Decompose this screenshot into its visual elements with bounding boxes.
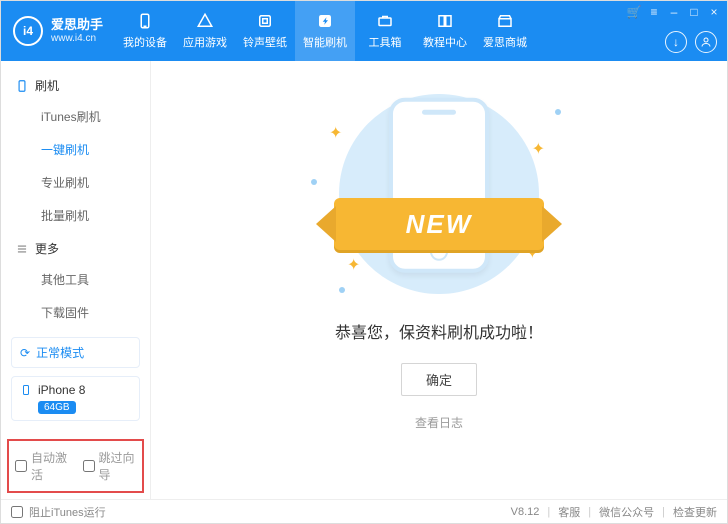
apps-icon — [196, 12, 214, 30]
nav-store[interactable]: 爱思商城 — [475, 1, 535, 61]
nav-label: 教程中心 — [423, 34, 467, 50]
logo-area: i4 爱思助手 www.i4.cn — [1, 1, 115, 61]
device-icon — [136, 12, 154, 30]
ok-button[interactable]: 确定 — [401, 363, 477, 396]
nav-label: 工具箱 — [369, 34, 402, 50]
app-header: i4 爱思助手 www.i4.cn 我的设备 应用游戏 铃声壁纸 智能刷机 — [1, 1, 727, 61]
sidebar-item-batch-flash[interactable]: 批量刷机 — [1, 199, 150, 232]
device-info[interactable]: iPhone 8 64GB — [11, 376, 140, 421]
nav-label: 爱思商城 — [483, 34, 527, 50]
store-icon — [496, 12, 514, 30]
skip-wizard-checkbox[interactable]: 跳过向导 — [83, 449, 137, 483]
block-itunes-input[interactable] — [11, 506, 23, 518]
ringtone-icon — [256, 12, 274, 30]
nav-my-device[interactable]: 我的设备 — [115, 1, 175, 61]
sidebar-item-oneclick-flash[interactable]: 一键刷机 — [1, 133, 150, 166]
status-bar: 阻止iTunes运行 V8.12 | 客服 | 微信公众号 | 检查更新 — [1, 499, 727, 523]
mode-label: 正常模式 — [36, 344, 84, 361]
support-link[interactable]: 客服 — [558, 504, 580, 520]
nav-label: 智能刷机 — [303, 34, 347, 50]
post-flash-options: 自动激活 跳过向导 — [7, 439, 144, 493]
device-mode[interactable]: ⟳ 正常模式 — [11, 337, 140, 368]
group-title: 更多 — [35, 240, 59, 257]
header-right-actions: ↓ — [665, 31, 717, 53]
checkbox-label: 阻止iTunes运行 — [29, 504, 106, 520]
nav-tutorials[interactable]: 教程中心 — [415, 1, 475, 61]
sidebar-item-pro-flash[interactable]: 专业刷机 — [1, 166, 150, 199]
group-title: 刷机 — [35, 77, 59, 94]
window-controls: 🛒 ≡ – □ × — [627, 5, 721, 19]
storage-badge: 64GB — [38, 401, 76, 414]
account-button[interactable] — [695, 31, 717, 53]
refresh-icon: ⟳ — [20, 346, 30, 360]
logo-icon: i4 — [13, 16, 43, 46]
menu-icon[interactable]: ≡ — [647, 5, 661, 19]
version-label: V8.12 — [511, 506, 540, 518]
brand-title: 爱思助手 — [51, 17, 103, 33]
nav-toolbox[interactable]: 工具箱 — [355, 1, 415, 61]
checkbox-label: 自动激活 — [31, 449, 69, 483]
list-icon — [15, 242, 29, 256]
auto-activate-input[interactable] — [15, 460, 27, 472]
sidebar-item-itunes-flash[interactable]: iTunes刷机 — [1, 100, 150, 133]
check-update-link[interactable]: 检查更新 — [673, 504, 717, 520]
maximize-icon[interactable]: □ — [687, 5, 701, 19]
nav-flash[interactable]: 智能刷机 — [295, 1, 355, 61]
minimize-icon[interactable]: – — [667, 5, 681, 19]
view-log-link[interactable]: 查看日志 — [415, 414, 463, 431]
checkbox-label: 跳过向导 — [99, 449, 137, 483]
nav-label: 铃声壁纸 — [243, 34, 287, 50]
flash-icon — [316, 12, 334, 30]
success-illustration: ✦ ✦ ✦ ✦ NEW — [299, 89, 579, 299]
close-icon[interactable]: × — [707, 5, 721, 19]
nav-label: 应用游戏 — [183, 34, 227, 50]
group-flash-header: 刷机 — [1, 69, 150, 100]
auto-activate-checkbox[interactable]: 自动激活 — [15, 449, 69, 483]
device-name: iPhone 8 — [38, 383, 85, 397]
success-message: 恭喜您，保资料刷机成功啦！ — [335, 319, 543, 343]
nav-apps[interactable]: 应用游戏 — [175, 1, 235, 61]
phone-outline-icon — [15, 79, 29, 93]
user-icon — [700, 36, 712, 48]
block-itunes-checkbox[interactable]: 阻止iTunes运行 — [11, 504, 106, 520]
skip-wizard-input[interactable] — [83, 460, 95, 472]
content-area: ✦ ✦ ✦ ✦ NEW 恭喜您，保资料刷机成功啦！ 确定 查看日志 — [151, 61, 727, 499]
group-more-header: 更多 — [1, 232, 150, 263]
sidebar: 刷机 iTunes刷机 一键刷机 专业刷机 批量刷机 更多 其他工具 下载固件 … — [1, 61, 151, 499]
main-nav: 我的设备 应用游戏 铃声壁纸 智能刷机 工具箱 教程中心 — [115, 1, 535, 61]
book-icon — [436, 12, 454, 30]
download-button[interactable]: ↓ — [665, 31, 687, 53]
sidebar-item-other-tools[interactable]: 其他工具 — [1, 263, 150, 296]
nav-label: 我的设备 — [123, 34, 167, 50]
phone-small-icon — [20, 384, 32, 396]
sidebar-item-download-firmware[interactable]: 下载固件 — [1, 296, 150, 329]
brand-url: www.i4.cn — [51, 33, 103, 45]
nav-ringtones[interactable]: 铃声壁纸 — [235, 1, 295, 61]
cart-icon[interactable]: 🛒 — [627, 5, 641, 19]
new-ribbon: NEW — [334, 198, 544, 250]
wechat-link[interactable]: 微信公众号 — [599, 504, 654, 520]
toolbox-icon — [376, 12, 394, 30]
